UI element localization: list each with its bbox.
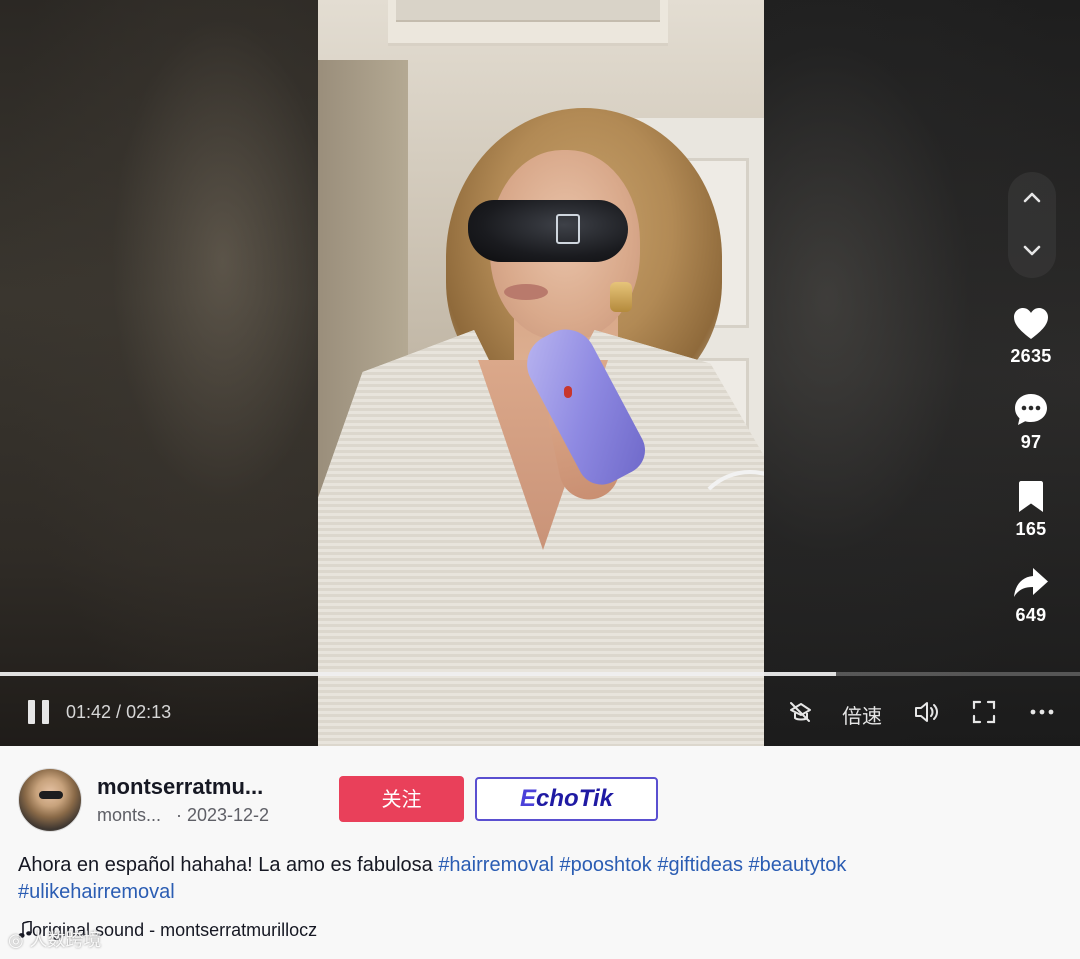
video-info-panel: montserratmu... monts... · 2023-12-2 关注 …	[0, 746, 1080, 959]
hashtag-link[interactable]: #hairremoval	[438, 854, 554, 876]
current-time: 01:42	[66, 702, 112, 722]
echotik-logo-letter: E	[520, 785, 537, 812]
more-icon[interactable]	[1028, 698, 1056, 726]
author-handle[interactable]: monts...	[97, 805, 161, 826]
progress-fill	[0, 672, 836, 676]
chevron-down-icon[interactable]	[1020, 238, 1044, 262]
watermark: ◎ 人数跨境	[8, 926, 101, 952]
comment-icon[interactable]	[1011, 390, 1051, 430]
hashtag-link[interactable]: #beautytok	[749, 854, 847, 876]
save-action[interactable]: 165	[996, 477, 1066, 540]
caption-text: Ahora en español hahaha! La amo es fabul…	[18, 854, 439, 876]
hashtag-link[interactable]: #pooshtok	[559, 854, 651, 876]
scene-ceiling	[388, 0, 668, 46]
share-action[interactable]: 649	[996, 563, 1066, 626]
player-controls: 01:42 / 02:13 倍速	[0, 690, 1080, 734]
blurred-backdrop-right	[764, 0, 1080, 746]
comment-count: 97	[1020, 432, 1042, 452]
scene-lips	[504, 284, 548, 300]
chevron-up-icon[interactable]	[1020, 186, 1044, 210]
volume-icon[interactable]	[912, 698, 940, 726]
progress-bar[interactable]	[0, 672, 1080, 676]
echotik-label: EchoTik	[520, 785, 613, 812]
mini-player-icon[interactable]	[786, 698, 814, 726]
scene-nail	[564, 386, 572, 398]
playback-speed-button[interactable]: 倍速	[842, 700, 882, 729]
bookmark-icon[interactable]	[1011, 477, 1051, 517]
share-count: 649	[1015, 605, 1047, 625]
heart-icon[interactable]	[1011, 304, 1051, 344]
time-display: 01:42 / 02:13	[66, 702, 171, 723]
watermark-icon: ◎	[8, 930, 30, 951]
echotik-logo-rest: choTik	[536, 785, 613, 812]
author-username[interactable]: montserratmu...	[97, 774, 263, 800]
video-nav-pill	[1008, 172, 1056, 278]
time-separator: /	[111, 702, 127, 722]
echotik-button[interactable]: EchoTik	[475, 777, 658, 821]
save-count: 165	[1015, 519, 1047, 539]
follow-button[interactable]: 关注	[339, 776, 464, 822]
fullscreen-icon[interactable]	[970, 698, 998, 726]
video-frame[interactable]	[318, 0, 764, 746]
watermark-text: 人数跨境	[29, 930, 102, 951]
avatar[interactable]	[18, 768, 82, 832]
comment-action[interactable]: 97	[996, 390, 1066, 453]
share-icon[interactable]	[1011, 563, 1051, 603]
pause-icon[interactable]	[28, 700, 50, 724]
scene-earring	[610, 282, 632, 312]
video-stage[interactable]: 2635 97 165 649 01:42 / 02:13 倍速	[0, 0, 1080, 746]
like-action[interactable]: 2635	[996, 304, 1066, 367]
video-caption: Ahora en español hahaha! La amo es fabul…	[18, 852, 1058, 906]
blurred-backdrop-left	[0, 0, 318, 746]
hashtag-link[interactable]: #ulikehairremoval	[18, 881, 175, 903]
hashtag-link[interactable]: #giftideas	[657, 854, 743, 876]
scene-sunglasses	[468, 200, 628, 262]
post-date: · 2023-12-2	[176, 805, 270, 825]
like-count: 2635	[1010, 346, 1052, 366]
total-time: 02:13	[126, 702, 172, 722]
